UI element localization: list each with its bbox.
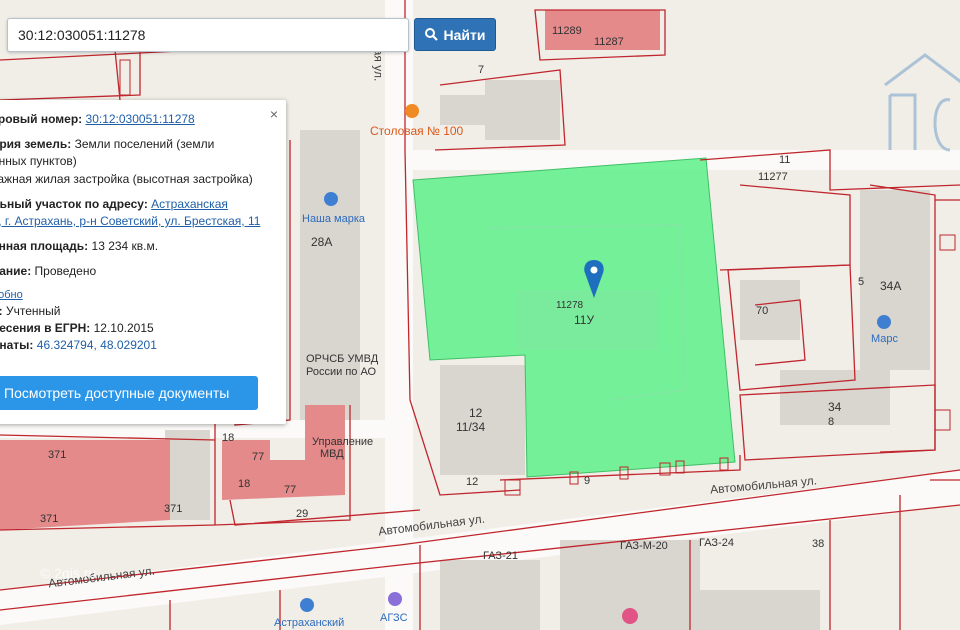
- poi-agzs-icon: [388, 592, 402, 606]
- plot-number: 12: [466, 476, 479, 488]
- poi-police-line2[interactable]: России по АО: [306, 366, 376, 378]
- plot-number: 11287: [594, 36, 624, 48]
- search-icon: [424, 28, 438, 41]
- poi-gaz24[interactable]: ГАЗ-24: [699, 537, 734, 549]
- view-documents-button[interactable]: Посмотреть доступные документы: [0, 376, 258, 410]
- parcel-info-panel: × тровый номер: 30:12:030051:11278 ория …: [0, 100, 286, 424]
- plot-number: 11289: [552, 25, 582, 37]
- plot-number: 11277: [758, 171, 788, 183]
- plot-number: 77: [252, 451, 265, 463]
- poi-car-wash-icon: [324, 192, 338, 206]
- plot-number: 12: [469, 406, 483, 420]
- poi-police2-line2[interactable]: МВД: [320, 448, 344, 460]
- street-label-vertical: ая ул.: [371, 48, 386, 82]
- coords-label: инаты:: [0, 338, 34, 352]
- category-value-line2: енных пунктов): [0, 154, 77, 168]
- poi-gaz21[interactable]: ГАЗ-21: [483, 550, 518, 562]
- plot-number: 9: [584, 475, 591, 487]
- cadastral-number-link[interactable]: 30:12:030051:11278: [86, 112, 195, 126]
- plot-number: 18: [222, 432, 235, 444]
- plot-number: 371: [164, 503, 183, 515]
- plot-number: 34: [828, 400, 842, 414]
- poi-astrakhan[interactable]: Астраханский: [274, 617, 344, 629]
- address-link-line2[interactable]: ь, г. Астрахань, р-н Советский, ул. Брес…: [0, 214, 260, 228]
- date-value: 12.10.2015: [93, 321, 154, 335]
- plot-number: 28А: [311, 235, 333, 249]
- plot-number: 5: [858, 276, 865, 288]
- parcel-number-label: 11278: [556, 300, 584, 311]
- poi-mars[interactable]: Марс: [871, 333, 898, 345]
- status-value: Проведено: [34, 264, 97, 278]
- poi-police2-line1[interactable]: Управление: [312, 436, 373, 448]
- plot-number: 7: [478, 64, 485, 76]
- search-button[interactable]: Найти: [414, 18, 496, 51]
- coords-link[interactable]: 46.324794, 48.029201: [37, 338, 157, 352]
- poi-canteen-icon: [405, 104, 419, 118]
- state-label: с:: [0, 304, 3, 318]
- poi-mars-icon: [877, 315, 891, 329]
- search-button-label: Найти: [443, 26, 486, 43]
- state-value: Учтенный: [6, 304, 61, 318]
- plot-number: 11/34: [456, 420, 486, 434]
- cadastral-label: тровый номер:: [0, 112, 83, 126]
- category-value: Земли поселений (земли: [74, 137, 215, 151]
- area-value: 13 234 кв.м.: [91, 239, 159, 253]
- plot-number: 11: [779, 154, 791, 166]
- parcel-house-label: 11У: [574, 313, 595, 327]
- plot-number: 8: [828, 416, 835, 428]
- plot-number: 34А: [880, 279, 902, 293]
- poi-canteen[interactable]: Столовая № 100: [370, 124, 463, 138]
- details-link[interactable]: робно: [0, 289, 23, 301]
- plot-number: 18: [238, 478, 251, 490]
- close-icon[interactable]: ×: [270, 106, 278, 122]
- poi-astrakhan-icon: [300, 598, 314, 612]
- usage-value: тажная жилая застройка (высотная застрой…: [0, 172, 253, 186]
- date-label: несения в ЕГРН:: [0, 321, 91, 335]
- plot-number: 371: [48, 449, 67, 461]
- category-label: ория земель:: [0, 137, 72, 151]
- address-link[interactable]: Астраханская: [151, 197, 228, 211]
- area-label: енная площадь:: [0, 239, 89, 253]
- poi-agzs[interactable]: АГЗС: [380, 612, 408, 624]
- plot-number: 77: [284, 484, 297, 496]
- poi-car-wash[interactable]: Наша марка: [302, 213, 365, 225]
- poi-police-line1[interactable]: ОРЧСБ УМВД: [306, 353, 378, 365]
- plot-number: 29: [296, 508, 309, 520]
- poi-gazm20[interactable]: ГАЗ-М-20: [620, 540, 668, 552]
- plot-number: 70: [756, 305, 769, 317]
- status-label: вание:: [0, 264, 32, 278]
- search-box[interactable]: [7, 18, 418, 52]
- address-label: льный участок по адресу:: [0, 197, 148, 211]
- search-input[interactable]: [8, 19, 418, 51]
- plot-number: 371: [40, 513, 59, 525]
- watermark: © 2gis.ru: [40, 565, 97, 581]
- poi-pink-icon: [622, 608, 638, 624]
- plot-number: 38: [812, 538, 825, 550]
